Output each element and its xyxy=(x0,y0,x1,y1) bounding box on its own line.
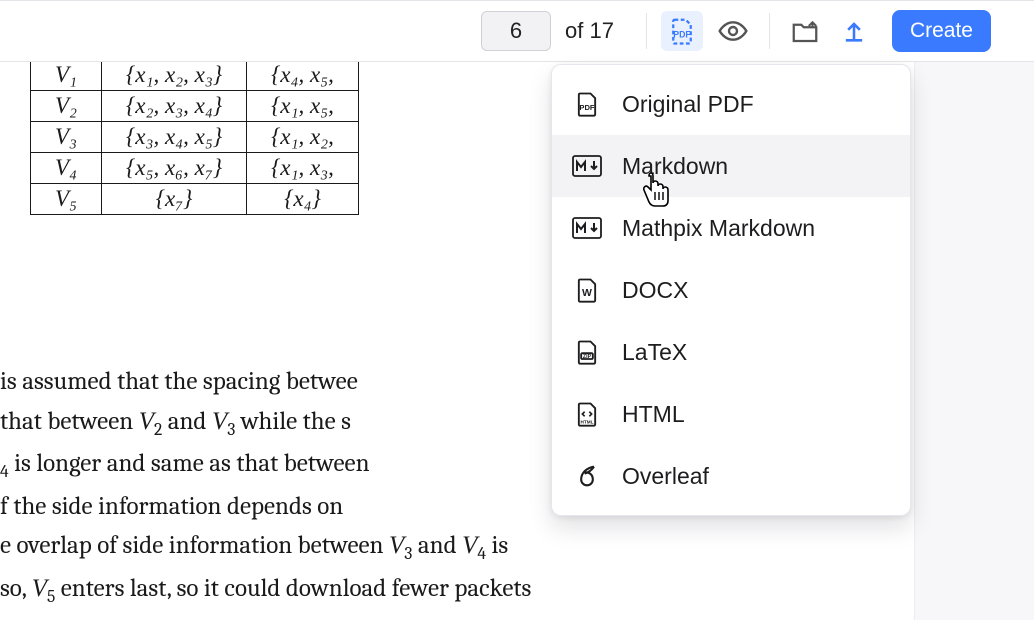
table-cell: {x₄} xyxy=(247,184,359,215)
table-row: V₅{x₇}{x₄} xyxy=(31,184,359,215)
folder-arrow-icon xyxy=(790,16,820,46)
mathpix-markdown-icon xyxy=(572,213,602,243)
pdf-doc-icon: PDF xyxy=(667,16,697,46)
view-pdf-button[interactable]: PDF xyxy=(661,11,703,51)
export-option-label: Markdown xyxy=(622,153,728,180)
export-option-label: HTML xyxy=(622,401,685,428)
table-cell: {x₁, x₃, xyxy=(247,153,359,184)
svg-text:HTML: HTML xyxy=(581,419,594,424)
svg-text:ZIP: ZIP xyxy=(583,354,592,360)
folder-open-button[interactable] xyxy=(784,11,826,51)
create-button[interactable]: Create xyxy=(892,10,991,52)
table-cell: V₄ xyxy=(31,153,102,184)
table-cell: {x₇} xyxy=(102,184,247,215)
table-cell: {x₁, x₅, xyxy=(247,91,359,122)
data-table: V₁{x₁, x₂, x₃}{x₄, x₅,V₂{x₂, x₃, x₄}{x₁,… xyxy=(30,62,359,215)
docx-icon: W xyxy=(572,275,602,305)
table-cell: {x₁, x₂, xyxy=(247,122,359,153)
table-row: V₂{x₂, x₃, x₄}{x₁, x₅, xyxy=(31,91,359,122)
export-option-markdown[interactable]: Markdown xyxy=(552,135,910,197)
export-option-html[interactable]: HTML HTML xyxy=(552,383,910,445)
export-option-original-pdf[interactable]: PDF Original PDF xyxy=(552,73,910,135)
overleaf-icon xyxy=(572,461,602,491)
table-row: V₁{x₁, x₂, x₃}{x₄, x₅, xyxy=(31,62,359,91)
export-option-docx[interactable]: W DOCX xyxy=(552,259,910,321)
original-pdf-icon: PDF xyxy=(572,89,602,119)
svg-text:PDF: PDF xyxy=(673,29,691,39)
svg-text:W: W xyxy=(582,287,592,299)
table-cell: {x₃, x₄, x₅} xyxy=(102,122,247,153)
table-cell: V₂ xyxy=(31,91,102,122)
eye-icon xyxy=(717,15,749,47)
markdown-icon xyxy=(572,151,602,181)
table-row: V₄{x₅, x₆, x₇}{x₁, x₃, xyxy=(31,153,359,184)
page-number-input[interactable] xyxy=(481,11,551,51)
export-option-overleaf[interactable]: Overleaf xyxy=(552,445,910,507)
separator xyxy=(769,13,770,49)
table-cell: {x₁, x₂, x₃} xyxy=(102,62,247,91)
table-row: V₃{x₃, x₄, x₅}{x₁, x₂, xyxy=(31,122,359,153)
export-option-label: Overleaf xyxy=(622,463,709,490)
export-option-label: DOCX xyxy=(622,277,688,304)
export-option-label: LaTeX xyxy=(622,339,687,366)
table-cell: {x₅, x₆, x₇} xyxy=(102,153,247,184)
export-option-mathpix-markdown[interactable]: Mathpix Markdown xyxy=(552,197,910,259)
separator xyxy=(646,13,647,49)
export-option-label: Original PDF xyxy=(622,91,754,118)
html-icon: HTML xyxy=(572,399,602,429)
export-dropdown: PDF Original PDF Markdown Mathpix Markdown W… xyxy=(551,64,911,516)
table-cell: {x₄, x₅, xyxy=(247,62,359,91)
toolbar: of 17 PDF xyxy=(0,0,1034,62)
table-cell: {x₂, x₃, x₄} xyxy=(102,91,247,122)
svg-text:PDF: PDF xyxy=(579,103,595,112)
table-cell: V₅ xyxy=(31,184,102,215)
table-cell: V₁ xyxy=(31,62,102,91)
page-count-label: of 17 xyxy=(565,18,614,44)
latex-icon: ZIP xyxy=(572,337,602,367)
export-option-latex[interactable]: ZIP LaTeX xyxy=(552,321,910,383)
table-cell: V₃ xyxy=(31,122,102,153)
sidebar-background xyxy=(914,62,1034,620)
upload-arrow-icon xyxy=(840,17,868,45)
upload-button[interactable] xyxy=(834,11,874,51)
view-eye-button[interactable] xyxy=(711,11,755,51)
export-option-label: Mathpix Markdown xyxy=(622,215,815,242)
